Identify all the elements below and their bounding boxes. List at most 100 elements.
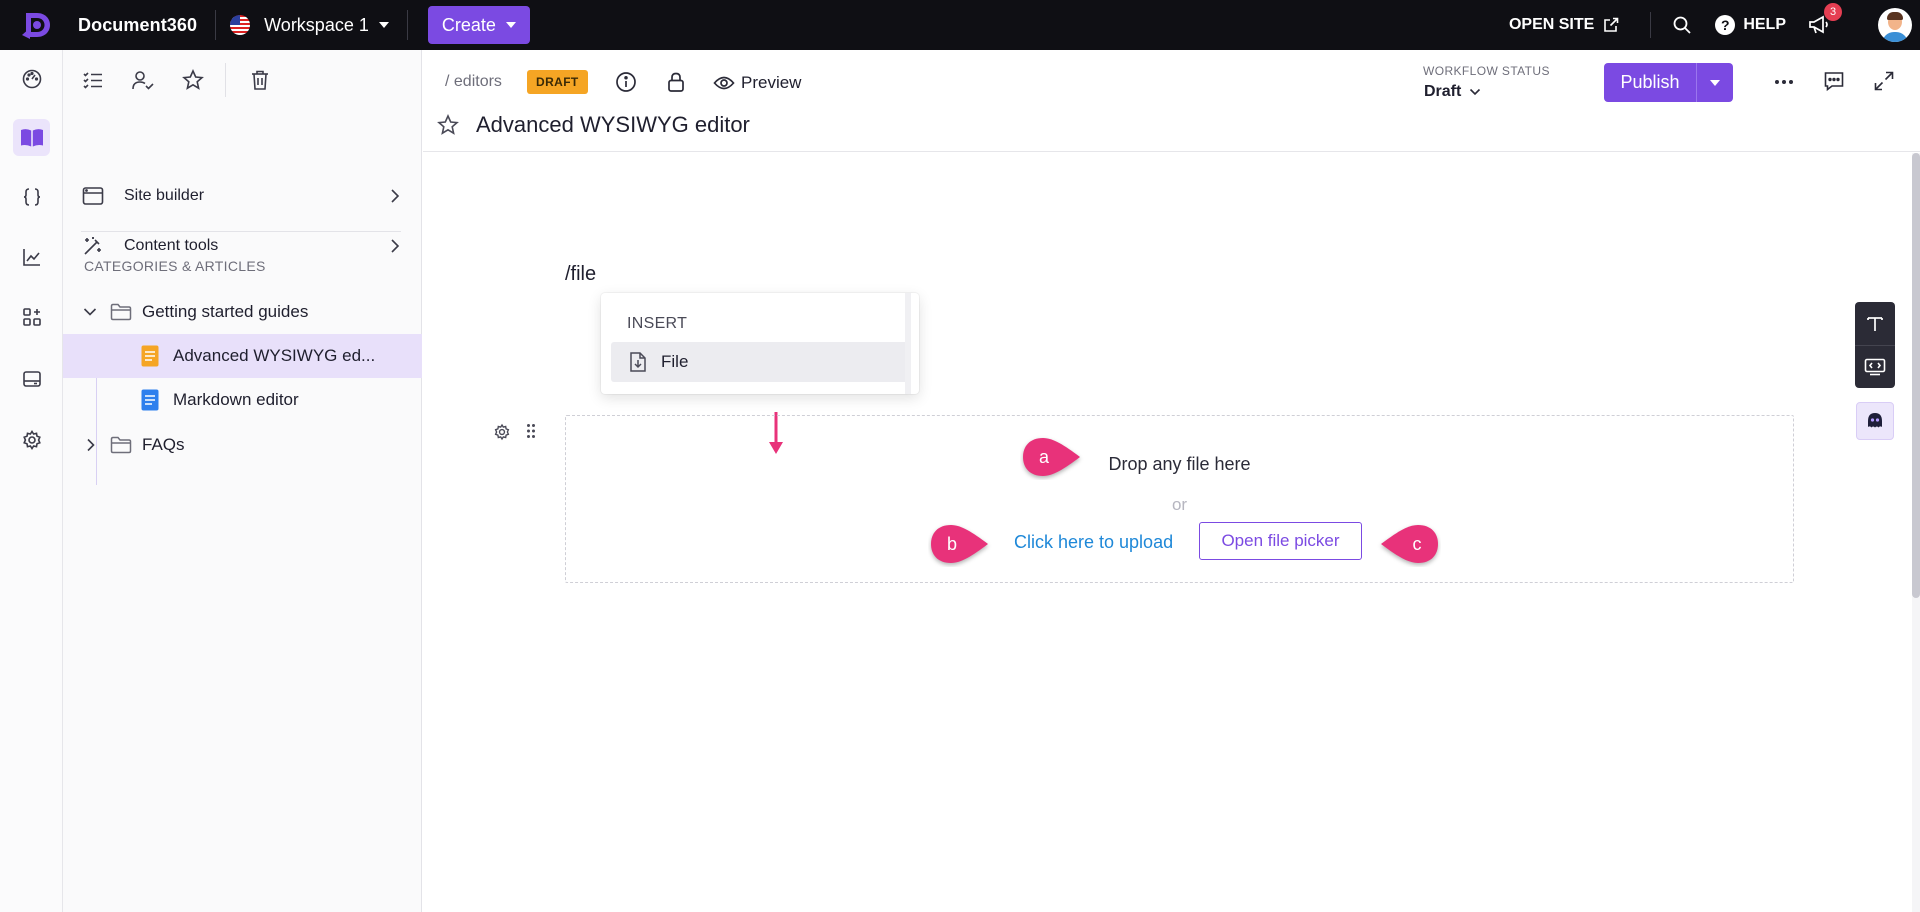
star-icon[interactable] (177, 64, 209, 96)
api-docs-icon[interactable] (13, 178, 50, 215)
text-format-icon[interactable] (1855, 302, 1895, 345)
preview-button[interactable]: Preview (713, 70, 801, 96)
divider (406, 10, 408, 40)
editor-scrollbar[interactable] (1912, 153, 1920, 912)
tree-category-faqs[interactable]: FAQs (63, 423, 422, 467)
comment-icon[interactable] (1821, 68, 1847, 94)
callout-marker-a: a (1023, 438, 1080, 476)
chevron-right-icon (391, 239, 400, 253)
floating-toolbar (1855, 302, 1895, 388)
question-icon: ? (1715, 15, 1736, 35)
checklist-icon[interactable] (77, 64, 109, 96)
divider (215, 10, 217, 40)
chevron-right-icon[interactable] (86, 438, 96, 452)
open-file-picker-button[interactable]: Open file picker (1199, 522, 1362, 560)
brand-name: Document360 (78, 14, 198, 35)
tree-article-advanced-wysiwyg[interactable]: Advanced WYSIWYG ed... (63, 334, 422, 378)
tree-article-markdown-editor[interactable]: Markdown editor (63, 378, 422, 422)
insert-menu-header: INSERT (627, 315, 688, 332)
workflow-status-value: Draft (1424, 83, 1462, 100)
slash-command-text[interactable]: /file (565, 263, 596, 286)
sidebar-toolbar (77, 63, 294, 97)
workspace-selector[interactable]: Workspace 1 (230, 15, 389, 36)
callout-marker-c: c (1381, 525, 1438, 563)
click-to-upload-link[interactable]: Click here to upload (1014, 532, 1173, 553)
info-icon[interactable] (613, 69, 639, 95)
block-settings-icon[interactable] (493, 423, 511, 441)
notification-badge: 3 (1824, 3, 1842, 21)
lock-icon[interactable] (663, 69, 689, 95)
or-separator: or (1171, 495, 1188, 514)
tree-label: Markdown editor (173, 390, 299, 409)
site-builder-menu[interactable]: Site builder (63, 177, 422, 215)
trash-icon[interactable] (244, 64, 276, 96)
workspace-name: Workspace 1 (264, 14, 369, 35)
callout-label: a (1039, 447, 1050, 467)
divider (225, 63, 226, 97)
content-tools-label: Content tools (124, 237, 219, 254)
divider (81, 231, 401, 232)
publish-options-button[interactable] (1696, 63, 1733, 102)
tree-label: Getting started guides (142, 302, 309, 321)
chevron-down-icon (378, 22, 389, 28)
announcements-button[interactable]: 3 (1806, 3, 1842, 38)
sidebar: Site builder Content tools CATEGORIES & … (63, 50, 422, 912)
chevron-down-icon (1470, 88, 1481, 96)
embed-code-icon[interactable] (1855, 345, 1895, 388)
tree-category-getting-started[interactable]: Getting started guides (63, 290, 422, 334)
analytics-icon[interactable] (13, 238, 50, 275)
chevron-down-icon[interactable] (83, 307, 97, 317)
folder-icon (110, 303, 132, 321)
site-builder-label: Site builder (124, 187, 205, 204)
create-button[interactable]: Create (427, 6, 530, 44)
ai-assistant-icon[interactable] (1856, 402, 1894, 440)
document-icon (141, 345, 159, 367)
settings-icon[interactable] (13, 421, 50, 458)
workflow-status-dropdown[interactable]: Draft (1424, 83, 1481, 101)
insert-file-option[interactable]: File (611, 342, 908, 382)
divider (1650, 12, 1652, 38)
open-site-label: OPEN SITE (1508, 16, 1595, 33)
scrollbar-thumb[interactable] (1912, 153, 1920, 598)
drag-handle-icon[interactable] (526, 423, 536, 439)
editor-header: / editors DRAFT Preview Advanced WYSIWYG… (423, 50, 1920, 152)
help-button[interactable]: ? HELP (1715, 15, 1786, 35)
open-site-link[interactable]: OPEN SITE (1509, 16, 1620, 34)
browser-window-icon (82, 187, 104, 205)
breadcrumb[interactable]: / editors (445, 73, 502, 91)
document-icon (141, 389, 159, 411)
publish-button[interactable]: Publish (1604, 63, 1696, 102)
chevron-down-icon (1710, 79, 1720, 86)
star-icon[interactable] (437, 114, 459, 136)
folder-icon (110, 436, 132, 454)
integrations-icon[interactable] (13, 298, 50, 335)
widgets-icon[interactable] (13, 360, 50, 397)
file-dropzone[interactable]: Drop any file here or Click here to uplo… (565, 415, 1794, 583)
left-rail (0, 50, 63, 912)
publish-button-group: Publish (1604, 63, 1733, 102)
page-title[interactable]: Advanced WYSIWYG editor (476, 112, 750, 138)
preview-label: Preview (741, 73, 802, 92)
file-download-icon (630, 352, 646, 372)
user-check-icon[interactable] (127, 64, 159, 96)
top-bar: Document360 Workspace 1 Create OPEN SITE… (0, 0, 1920, 50)
us-flag-icon (230, 15, 251, 35)
external-link-icon (1604, 17, 1619, 32)
more-options-icon[interactable] (1771, 69, 1797, 95)
chevron-right-icon (391, 189, 400, 203)
knowledge-base-icon[interactable] (13, 119, 50, 156)
menu-scrollbar[interactable] (905, 293, 911, 394)
document360-logo[interactable] (19, 7, 55, 43)
callout-label: b (947, 534, 957, 554)
create-button-label: Create (441, 14, 496, 35)
tree-label: FAQs (142, 435, 185, 454)
callout-label: c (1413, 534, 1422, 554)
expand-icon[interactable] (1871, 68, 1897, 94)
insert-file-label: File (661, 352, 689, 371)
dashboard-icon[interactable] (13, 60, 50, 97)
editor-canvas[interactable]: /file INSERT File Drop any file here or … (423, 153, 1920, 912)
status-badge: DRAFT (527, 70, 588, 94)
search-icon[interactable] (1669, 12, 1695, 38)
user-avatar[interactable] (1878, 8, 1912, 42)
callout-marker-b: b (931, 525, 988, 563)
